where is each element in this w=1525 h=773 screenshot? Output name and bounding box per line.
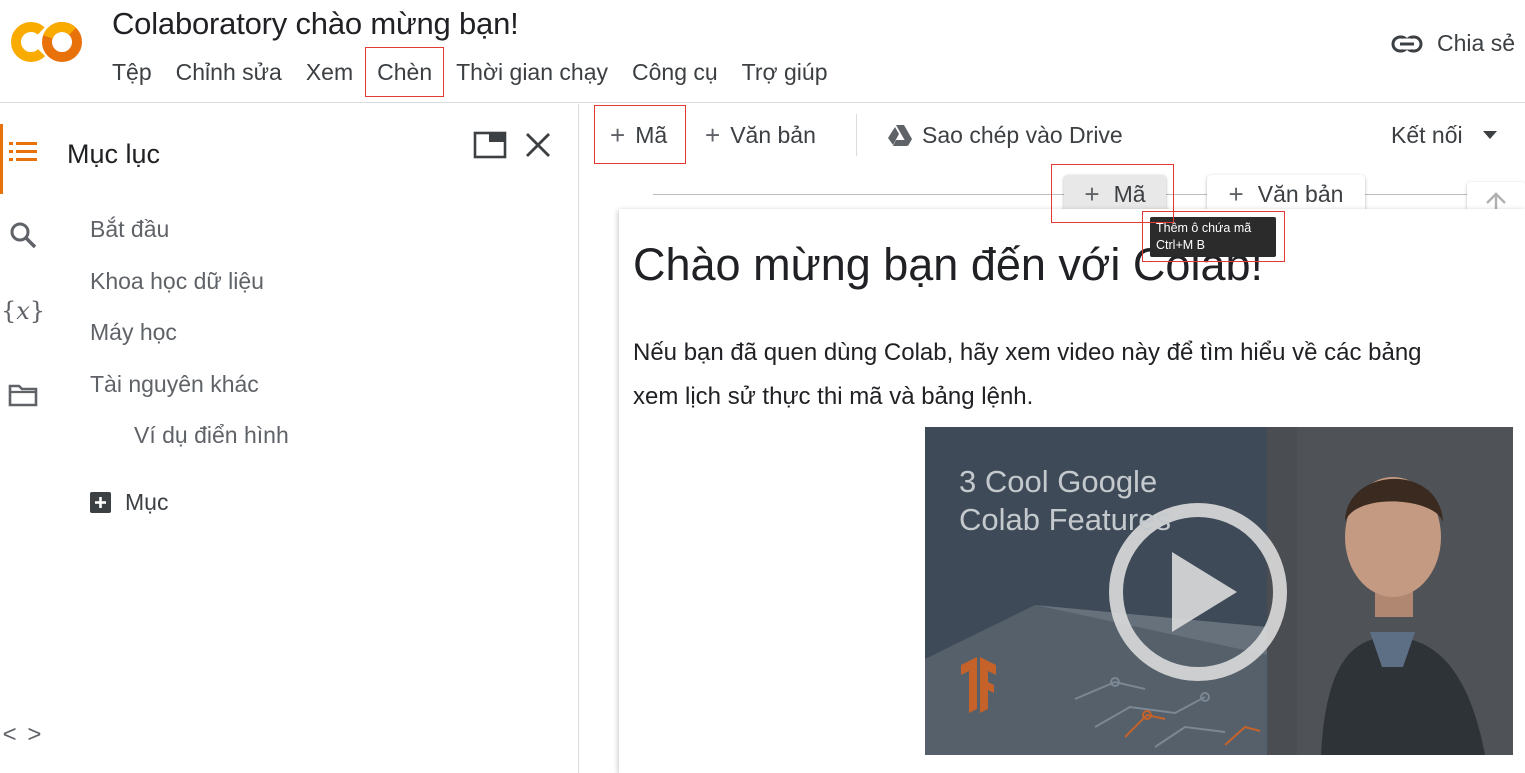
add-section-label: Mục <box>125 489 169 515</box>
left-icon-bar: {𝑥} < > <box>0 104 46 773</box>
insert-code-label: Mã <box>1113 180 1146 207</box>
toc-item-khoa-hoc-du-lieu[interactable]: Khoa học dữ liệu <box>90 268 264 295</box>
link-icon <box>1391 35 1423 52</box>
insert-code-cell-button[interactable]: + Mã <box>1064 175 1166 213</box>
menu-help[interactable]: Trợ giúp <box>730 47 840 97</box>
toc-tab[interactable] <box>0 124 46 194</box>
toc-item-bat-dau[interactable]: Bắt đầu <box>90 216 169 243</box>
menu-bar: Tệp Chỉnh sửa Xem Chèn Thời gian chạy Cô… <box>100 47 839 97</box>
text-cell[interactable]: Chào mừng bạn đến với Colab! Nếu bạn đã … <box>619 209 1525 773</box>
drive-icon <box>888 124 912 146</box>
share-button[interactable]: Chia sẻ <box>1391 30 1515 57</box>
open-in-new-tab-icon <box>473 131 507 159</box>
table-of-contents-panel: Mục lục Bắt đầu Khoa học dữ liệu Máy học… <box>46 104 579 773</box>
tooltip-line-1: Thêm ô chứa mã <box>1156 221 1252 235</box>
chevron-down-icon <box>1482 131 1497 139</box>
variables-tab[interactable]: {𝑥} <box>0 297 46 325</box>
add-section-button[interactable]: Mục <box>90 489 168 516</box>
cell-paragraph: Nếu bạn đã quen dùng Colab, hãy xem vide… <box>633 331 1422 419</box>
colab-logo[interactable] <box>10 20 84 64</box>
code-snippets-tab[interactable]: < > <box>0 721 46 749</box>
share-label: Chia sẻ <box>1437 30 1515 56</box>
notebook-area: + Mã + Văn bản Chào mừng bạn đến với Col… <box>580 164 1525 773</box>
close-icon <box>526 133 550 157</box>
toc-item-may-hoc[interactable]: Máy học <box>90 319 177 346</box>
plus-icon: + <box>1084 178 1100 209</box>
add-text-label: Văn bản <box>730 121 816 148</box>
menu-edit[interactable]: Chỉnh sửa <box>164 47 294 97</box>
video-title: 3 Cool Google Colab Features <box>959 464 1171 537</box>
menu-file[interactable]: Tệp <box>100 47 164 97</box>
plus-icon: + <box>610 119 626 150</box>
search-icon <box>10 222 37 249</box>
cell-paragraph-line-2: xem lịch sử thực thi mã và bảng lệnh. <box>633 383 1034 410</box>
connect-button[interactable]: Kết nối <box>1391 106 1497 164</box>
copy-to-drive-button[interactable]: Sao chép vào Drive <box>888 106 1123 164</box>
toc-item-tai-nguyen-khac[interactable]: Tài nguyên khác <box>90 371 259 398</box>
toc-item-vi-du-dien-hinh[interactable]: Ví dụ điển hình <box>134 422 289 449</box>
insert-text-cell-button[interactable]: + Văn bản <box>1207 175 1365 213</box>
add-code-label: Mã <box>635 121 668 148</box>
variables-icon: {𝑥} <box>0 297 46 325</box>
close-panel-button[interactable] <box>524 131 552 164</box>
menu-view[interactable]: Xem <box>294 47 365 97</box>
tooltip: Thêm ô chứa mã Ctrl+M B <box>1150 217 1276 257</box>
plus-icon: + <box>705 119 721 150</box>
connect-label: Kết nối <box>1391 121 1463 148</box>
header: Colaboratory chào mừng bạn! Tệp Chỉnh sử… <box>0 0 1525 103</box>
menu-insert[interactable]: Chèn <box>365 47 445 97</box>
copy-to-drive-label: Sao chép vào Drive <box>922 121 1123 148</box>
toolbar-divider <box>856 114 857 156</box>
panel-title: Mục lục <box>67 139 161 169</box>
toc-icon <box>9 142 37 161</box>
folder-icon <box>8 384 38 407</box>
search-tab[interactable] <box>0 221 46 249</box>
add-box-icon <box>90 492 111 513</box>
files-tab[interactable] <box>0 383 46 407</box>
notebook-toolbar: + Mã + Văn bản Sao chép vào Drive Kết nố… <box>580 104 1525 164</box>
cell-paragraph-line-1: Nếu bạn đã quen dùng Colab, hãy xem vide… <box>633 339 1422 366</box>
add-text-button[interactable]: + Văn bản <box>705 106 816 164</box>
plus-icon: + <box>1228 178 1244 209</box>
notebook-title[interactable]: Colaboratory chào mừng bạn! <box>112 6 519 42</box>
add-code-button[interactable]: + Mã <box>610 106 667 164</box>
code-snippets-icon: < > <box>2 721 44 748</box>
open-in-tab-button[interactable] <box>473 131 507 164</box>
insert-text-label: Văn bản <box>1257 180 1344 207</box>
video-thumbnail[interactable]: 3 Cool Google Colab Features <box>925 427 1513 755</box>
menu-tools[interactable]: Công cụ <box>620 47 730 97</box>
tooltip-line-2: Ctrl+M B <box>1156 238 1205 252</box>
menu-runtime[interactable]: Thời gian chạy <box>444 47 620 97</box>
